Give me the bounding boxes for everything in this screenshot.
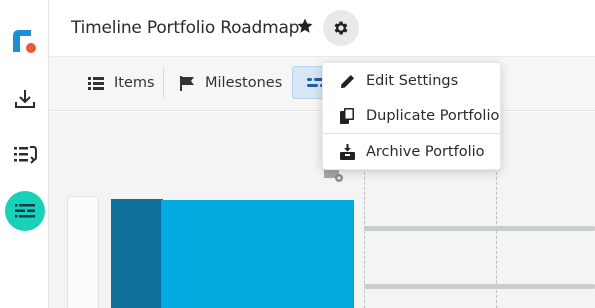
menu-item-label: Edit Settings [366,73,459,89]
tab-milestones[interactable]: Milestones [180,66,282,100]
menu-divider [323,133,500,134]
settings-button[interactable] [323,10,359,46]
list-arrow-icon[interactable] [12,141,38,167]
menu-item-label: Archive Portfolio [366,144,485,160]
tab-label: Milestones [205,75,283,91]
gear-icon [332,19,350,37]
star-icon[interactable] [296,17,316,37]
row-handle-panel[interactable] [67,196,99,308]
tab-divider [163,67,164,99]
sidebar-item-timeline[interactable] [5,191,45,231]
timeline-row-bar [364,226,595,231]
timeline-bar[interactable] [161,200,354,308]
flag-icon [180,75,195,91]
download-icon[interactable] [12,86,38,112]
copy-icon [339,108,355,124]
list-icon [88,76,104,90]
settings-menu: Edit Settings Duplicate Portfolio Archiv… [322,62,501,170]
app-logo[interactable] [11,28,37,54]
timeline-list-icon [15,203,35,219]
menu-item-edit-settings[interactable]: Edit Settings [323,64,500,98]
archive-icon [339,144,355,160]
page-header: Timeline Portfolio Roadmap [49,0,595,57]
page-title: Timeline Portfolio Roadmap [71,18,300,38]
timeline-row-bar [364,284,595,289]
menu-item-archive-portfolio[interactable]: Archive Portfolio [323,135,500,169]
timeline-bar-group[interactable] [111,199,163,308]
tab-label: Items [114,75,155,91]
menu-item-label: Duplicate Portfolio [366,108,500,124]
left-sidebar [0,0,49,308]
pencil-icon [339,74,355,89]
tab-items[interactable]: Items [88,66,155,100]
menu-item-duplicate-portfolio[interactable]: Duplicate Portfolio [323,99,500,133]
